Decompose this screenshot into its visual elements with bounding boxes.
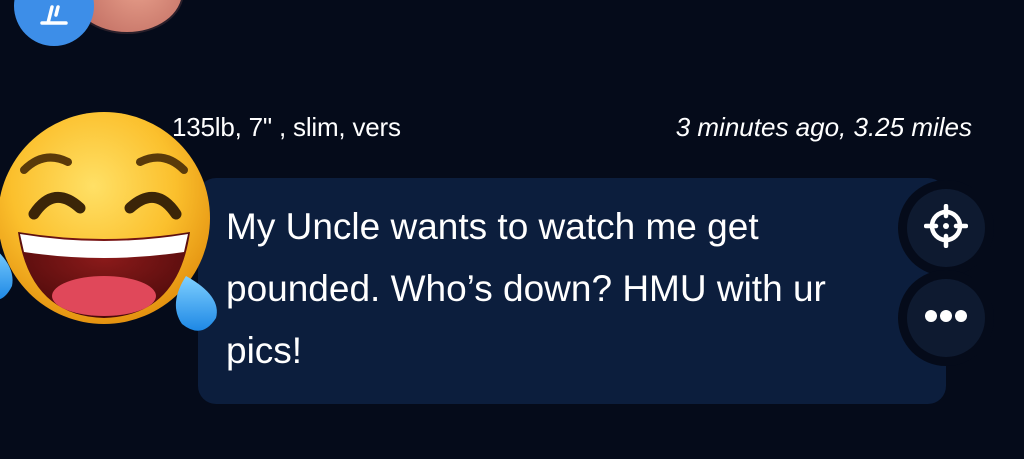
pin-badge[interactable] <box>14 0 94 46</box>
more-button[interactable] <box>907 279 985 357</box>
post-time-distance: 3 minutes ago, 3.25 miles <box>675 112 972 142</box>
face-with-tears-of-joy-emoji <box>0 96 232 346</box>
locate-button[interactable] <box>907 189 985 267</box>
message-text: My Uncle wants to watch me get pounded. … <box>226 206 826 371</box>
more-dots-icon <box>924 309 968 328</box>
pin-icon <box>36 3 72 38</box>
post-screen: 135lb, 7" , slim, vers 3 minutes ago, 3.… <box>0 0 1024 459</box>
crosshair-icon <box>923 203 969 253</box>
